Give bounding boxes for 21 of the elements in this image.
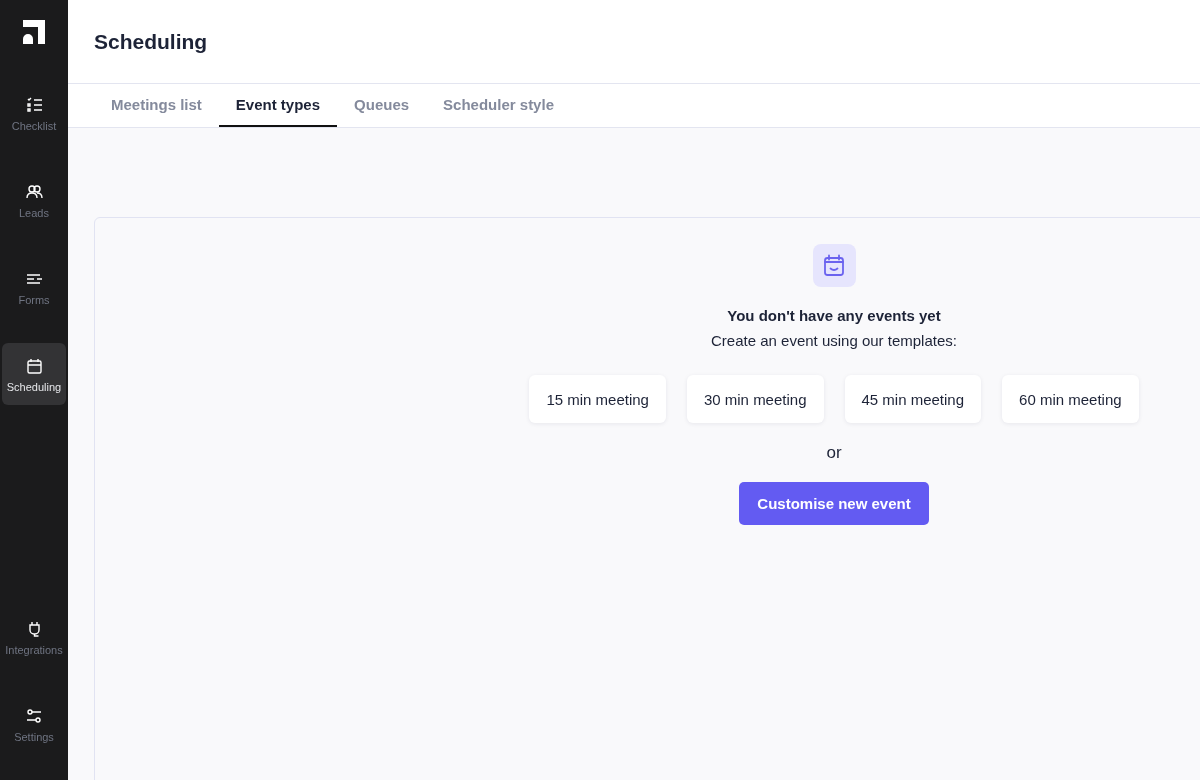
sidebar-item[interactable]: Forms	[2, 256, 66, 318]
customise-event-button[interactable]: Customise new event	[739, 482, 929, 525]
empty-state-title: You don't have any events yet	[727, 307, 941, 324]
tab[interactable]: Queues	[337, 84, 427, 127]
template-button[interactable]: 60 min meeting	[1002, 375, 1139, 423]
template-button[interactable]: 45 min meeting	[844, 375, 982, 423]
tab[interactable]: Event types	[218, 84, 338, 127]
tab[interactable]: Meetings list	[94, 84, 219, 127]
sidebar-item[interactable]: Leads	[2, 169, 66, 231]
logo-icon[interactable]	[23, 20, 45, 44]
calendar-smile-icon	[812, 244, 856, 287]
page-title: Scheduling	[94, 29, 208, 54]
empty-state-subtitle: Create an event using our templates:	[711, 332, 957, 349]
sidebar-item[interactable]: Scheduling	[2, 343, 66, 405]
separator-text: or	[826, 443, 842, 463]
sidebar-item[interactable]: Checklist	[2, 82, 66, 144]
template-button[interactable]: 15 min meeting	[529, 375, 666, 423]
template-button[interactable]: 30 min meeting	[686, 375, 824, 423]
tab[interactable]: Scheduler style	[426, 84, 571, 127]
sidebar-item[interactable]: Integrations	[2, 606, 66, 668]
sidebar-item[interactable]: Settings	[2, 693, 66, 755]
